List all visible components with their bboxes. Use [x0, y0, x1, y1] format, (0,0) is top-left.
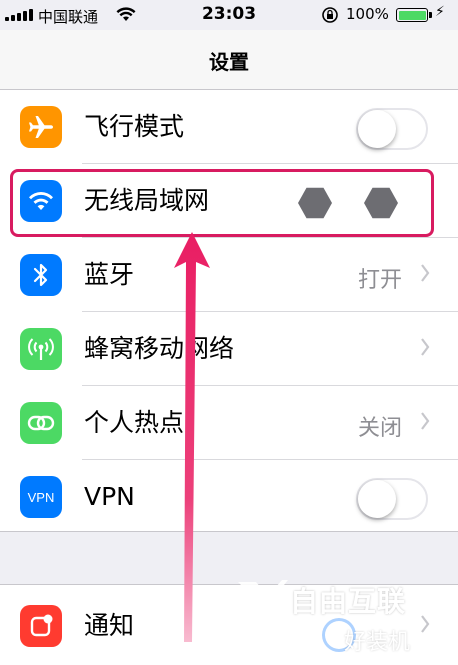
rotation-lock-icon [322, 7, 338, 23]
vpn-icon: VPN [20, 476, 62, 518]
row-airplane-mode[interactable]: 飞行模式 [0, 90, 458, 164]
row-label: 个人热点 [84, 408, 185, 437]
pointer-arrow-icon [174, 232, 210, 642]
clock: 23:03 [201, 4, 257, 24]
row-personal-hotspot[interactable]: 个人热点 关闭 [0, 386, 458, 460]
airplane-mode-toggle[interactable] [356, 108, 428, 150]
row-label: 飞行模式 [84, 112, 185, 141]
watermark-sub: 好装机 [344, 630, 411, 655]
page-title: 设置 [209, 50, 249, 74]
hotspot-icon [20, 402, 62, 444]
watermark-logo-icon [238, 580, 288, 618]
bluetooth-status: 打开 [357, 268, 402, 293]
chevron-right-icon [421, 338, 430, 356]
notification-icon [20, 605, 62, 647]
settings-group-connectivity: 飞行模式 无线局域网 蓝牙 打开 蜂窝移动网络 个人热点 关闭 VPN VPN [0, 90, 458, 532]
wifi-row-highlight-box [10, 169, 434, 237]
row-bluetooth[interactable]: 蓝牙 打开 [0, 238, 458, 312]
antenna-icon [20, 328, 62, 370]
chevron-right-icon [421, 264, 430, 282]
row-cellular[interactable]: 蜂窝移动网络 [0, 312, 458, 386]
airplane-icon [20, 106, 62, 148]
battery-percent: 100% [346, 5, 389, 23]
navigation-bar: 设置 [0, 30, 458, 90]
battery-icon [396, 8, 428, 22]
charging-bolt-icon: ⚡ [435, 4, 445, 20]
bluetooth-icon [20, 254, 62, 296]
watermark: 自由互联 好装机 [234, 576, 434, 664]
row-label: 通知 [84, 611, 135, 640]
watermark-brand: 自由互联 [290, 585, 407, 618]
status-bar: 中国联通 23:03 100% ⚡ [0, 0, 458, 30]
hotspot-status: 关闭 [357, 416, 402, 441]
chevron-right-icon [421, 412, 430, 430]
row-label: 蓝牙 [84, 260, 135, 289]
battery-tip [429, 12, 432, 18]
row-vpn[interactable]: VPN VPN [0, 460, 458, 532]
vpn-toggle[interactable] [356, 478, 428, 520]
row-label: VPN [84, 482, 135, 511]
